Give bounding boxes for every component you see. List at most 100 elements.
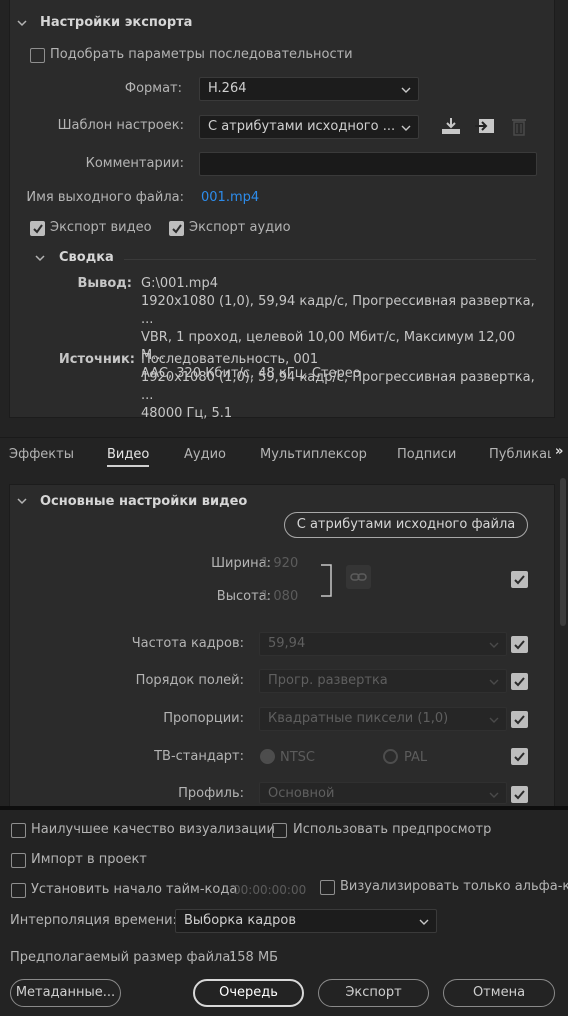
chevron-down-icon xyxy=(489,642,499,648)
chevron-down-icon[interactable] xyxy=(16,17,28,29)
constrain-proportions-button[interactable] xyxy=(346,565,371,589)
chevron-down-icon[interactable] xyxy=(34,252,46,264)
export-audio-label: Экспорт аудио xyxy=(189,220,291,235)
match-dimensions-checkbox[interactable] xyxy=(511,571,528,588)
chevron-down-icon xyxy=(401,87,411,93)
height-value[interactable]: 1 080 xyxy=(261,589,298,604)
summary-output-label: Вывод: xyxy=(77,276,132,291)
output-name-link[interactable]: 001.mp4 xyxy=(201,190,259,205)
summary-source-label: Источник: xyxy=(58,352,135,367)
ntsc-radio[interactable] xyxy=(260,749,275,764)
delete-preset-icon[interactable] xyxy=(511,117,527,136)
match-sequence-label: Подобрать параметры последовательности xyxy=(50,47,353,62)
aspect-value: Квадратные пиксели (1,0) xyxy=(268,711,449,726)
time-interpolation-value: Выборка кадров xyxy=(184,913,297,928)
time-interpolation-select[interactable]: Выборка кадров xyxy=(175,909,437,933)
chevron-down-icon xyxy=(489,792,499,798)
video-basic-header: Основные настройки видео xyxy=(40,494,248,509)
render-alpha-only-checkbox[interactable] xyxy=(320,880,335,895)
summary-source-line: 48000 Гц, 5.1 xyxy=(141,406,233,421)
aspect-label: Пропорции: xyxy=(163,711,244,726)
pal-label: PAL xyxy=(404,750,428,765)
summary-output-line: 1920x1080 (1,0), 59,94 кадр/с, Прогресси… xyxy=(141,294,535,327)
field-order-label: Порядок полей: xyxy=(135,673,244,688)
height-label: Высота: xyxy=(216,589,271,604)
estimated-filesize-value: 158 МБ xyxy=(229,950,279,965)
framerate-select[interactable]: 59,94 xyxy=(259,632,507,656)
preset-value: С атрибутами исходного ... xyxy=(208,119,396,134)
match-aspect-checkbox[interactable] xyxy=(511,711,528,728)
summary-divider xyxy=(124,259,536,260)
match-source-button[interactable]: С атрибутами исходного файла xyxy=(284,512,528,538)
link-chain-icon xyxy=(350,573,367,581)
import-into-project-label: Импорт в проект xyxy=(31,852,147,867)
use-previews-label: Использовать предпросмотр xyxy=(293,822,492,837)
tab-audio[interactable]: Аудио xyxy=(184,447,226,462)
profile-label: Профиль: xyxy=(178,786,244,801)
tab-captions[interactable]: Подписи xyxy=(397,447,456,462)
render-alpha-only-label: Визуализировать только альфа-кан xyxy=(340,879,568,894)
queue-button[interactable]: Очередь xyxy=(193,979,304,1007)
set-start-timecode-label: Установить начало тайм-кода xyxy=(31,882,238,897)
format-select[interactable]: H.264 xyxy=(199,77,419,101)
link-bracket xyxy=(321,564,332,597)
preset-label: Шаблон настроек: xyxy=(57,118,184,133)
width-value[interactable]: 1 920 xyxy=(261,556,298,571)
format-value: H.264 xyxy=(208,81,247,96)
chevron-down-icon xyxy=(489,717,499,723)
scrollbar[interactable] xyxy=(560,478,566,626)
settings-tabs: Эффекты Видео Аудио Мультиплексор Подпис… xyxy=(0,437,568,473)
pal-radio[interactable] xyxy=(383,749,398,764)
import-preset-icon[interactable] xyxy=(474,117,496,135)
match-profile-checkbox[interactable] xyxy=(511,786,528,803)
chevron-down-icon xyxy=(401,125,411,131)
tab-multiplexer[interactable]: Мультиплексор xyxy=(260,447,367,462)
chevron-down-icon xyxy=(419,919,429,925)
export-settings-header: Настройки экспорта xyxy=(40,15,193,30)
timecode-value[interactable]: 00:00:00:00 xyxy=(233,883,306,897)
output-name-label: Имя выходного файла: xyxy=(26,190,184,205)
tab-effects[interactable]: Эффекты xyxy=(9,447,74,462)
match-tv-standard-checkbox[interactable] xyxy=(511,748,528,765)
comments-input[interactable] xyxy=(199,152,537,176)
export-audio-checkbox[interactable] xyxy=(169,221,184,236)
framerate-label: Частота кадров: xyxy=(131,636,244,651)
export-button[interactable]: Экспорт xyxy=(318,979,429,1007)
metadata-button[interactable]: Метаданные... xyxy=(10,979,121,1007)
tab-publish[interactable]: Публикац xyxy=(489,447,551,462)
import-into-project-checkbox[interactable] xyxy=(11,853,26,868)
cancel-button[interactable]: Отмена xyxy=(443,979,555,1007)
match-framerate-checkbox[interactable] xyxy=(511,636,528,653)
framerate-value: 59,94 xyxy=(268,636,306,651)
tab-video[interactable]: Видео xyxy=(107,447,150,467)
use-previews-checkbox[interactable] xyxy=(272,823,287,838)
profile-select[interactable]: Основной xyxy=(259,782,507,804)
aspect-select[interactable]: Квадратные пиксели (1,0) xyxy=(259,707,507,731)
preset-select[interactable]: С атрибутами исходного ... xyxy=(199,115,419,139)
export-video-label: Экспорт видео xyxy=(50,220,152,235)
width-label: Ширина: xyxy=(211,556,271,571)
match-field-order-checkbox[interactable] xyxy=(511,673,528,690)
summary-source-line: 1920x1080 (1,0), 59,94 кадр/с, Прогресси… xyxy=(141,370,535,403)
profile-value: Основной xyxy=(268,786,335,801)
summary-output-line: G:\001.mp4 xyxy=(141,276,218,291)
save-preset-icon[interactable] xyxy=(441,117,461,135)
set-start-timecode-checkbox[interactable] xyxy=(11,883,26,898)
comments-label: Комментарии: xyxy=(85,156,184,171)
ntsc-label: NTSC xyxy=(280,750,315,765)
time-interpolation-label: Интерполяция времени: xyxy=(10,913,177,928)
tabs-overflow-icon[interactable]: » xyxy=(555,444,563,459)
summary-source-text: Последовательность, 001 1920x1080 (1,0),… xyxy=(141,351,541,423)
tv-standard-label: ТВ-стандарт: xyxy=(154,749,244,764)
field-order-value: Прогр. развертка xyxy=(268,673,388,688)
chevron-down-icon xyxy=(489,679,499,685)
max-render-quality-checkbox[interactable] xyxy=(11,823,26,838)
field-order-select[interactable]: Прогр. развертка xyxy=(259,669,507,693)
summary-source-line: Последовательность, 001 xyxy=(141,352,319,367)
chevron-down-icon[interactable] xyxy=(16,495,28,507)
export-video-checkbox[interactable] xyxy=(30,221,45,236)
match-sequence-checkbox[interactable] xyxy=(30,48,45,63)
estimated-filesize-label: Предполагаемый размер файла: xyxy=(10,950,235,965)
format-label: Формат: xyxy=(124,81,182,96)
max-render-quality-label: Наилучшее качество визуализации xyxy=(31,822,275,837)
